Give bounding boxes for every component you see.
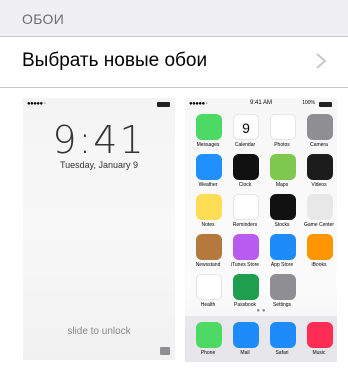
app-label: Music [312, 350, 326, 356]
row-label: Выбрать новые обои [22, 50, 208, 71]
lock-time: 9:41 [52, 118, 146, 162]
app-label: Camera [310, 142, 328, 148]
slide-to-unlock: slide to unlock [67, 326, 131, 337]
ibooks-icon [307, 234, 333, 260]
battery-icon [319, 102, 332, 107]
section-title: ОБОИ [22, 11, 65, 27]
section-header: ОБОИ [0, 0, 348, 36]
page-dots: ● ● [256, 308, 266, 314]
app-label: Game Center [303, 222, 334, 228]
camera-icon [307, 114, 333, 140]
newsstand-icon [196, 234, 222, 260]
itunes-store-icon [233, 234, 259, 260]
choose-new-wallpaper-row[interactable]: Выбрать новые обои [0, 36, 348, 88]
game-center-icon [307, 194, 333, 220]
phone-icon [196, 322, 222, 348]
app-settings[interactable]: Settings [263, 274, 301, 312]
mail-icon [233, 322, 259, 348]
notes-icon [196, 194, 222, 220]
app-music[interactable]: Music [300, 322, 337, 360]
divider [180, 88, 181, 368]
passbook-icon [233, 274, 259, 300]
health-icon [196, 274, 222, 300]
videos-icon [307, 154, 333, 180]
settings-icon [270, 274, 296, 300]
reminders-icon [233, 194, 259, 220]
app-game-center[interactable]: Game Center [300, 194, 337, 232]
app-label: Videos [311, 182, 327, 188]
photos-icon [270, 114, 296, 140]
maps-icon [270, 154, 296, 180]
camera-icon [160, 347, 170, 355]
home-screen-preview[interactable]: ●●●●● ◦ 9:41 AM 100% Messages 9 Calendar Ph… [185, 98, 337, 362]
status-bar: ●●●●● ◦ [23, 98, 175, 110]
app-label: iBooks [311, 262, 327, 268]
lock-date: Tuesday, January 9 [59, 160, 139, 170]
chevron-right-icon [316, 53, 327, 69]
battery-percent: 100% [302, 100, 315, 106]
calendar-icon: 9 [233, 114, 259, 140]
lock-screen-preview[interactable]: ●●●●● ◦ 9:41 Tuesday, January 9 slide to… [23, 98, 175, 360]
music-icon [307, 322, 333, 348]
app-camera[interactable]: Camera [300, 114, 337, 152]
clock-icon [233, 154, 259, 180]
messages-icon [196, 114, 222, 140]
app-videos[interactable]: Videos [300, 154, 337, 192]
dock: Phone Mail Safari Music [185, 316, 337, 362]
signal-icon: ●●●●● ◦ [27, 101, 46, 107]
home-status-bar: ●●●●● ◦ 9:41 AM 100% [185, 98, 337, 110]
safari-icon [270, 322, 296, 348]
app-store-icon [270, 234, 296, 260]
weather-icon [196, 154, 222, 180]
battery-icon [157, 102, 170, 107]
stocks-icon [270, 194, 296, 220]
app-ibooks[interactable]: iBooks [300, 234, 337, 272]
